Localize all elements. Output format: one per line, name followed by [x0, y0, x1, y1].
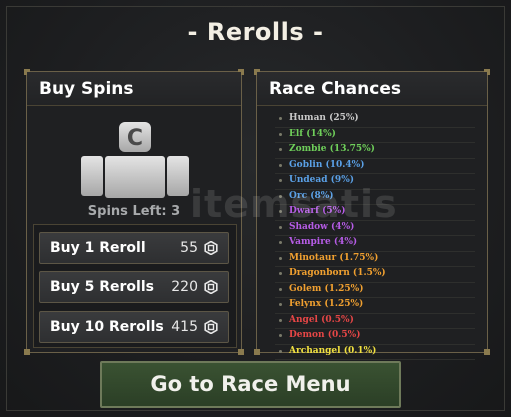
bullet-icon	[279, 318, 282, 322]
race-chances-list: Human (25%) Elf (14%) Zombie (13.75%) Gobli…	[275, 112, 475, 360]
bullet-icon	[279, 210, 282, 213]
race-chance-item: Felynx (1.25%)	[275, 298, 475, 314]
race-chance-text: Dragonborn (1.5%)	[289, 268, 386, 278]
bullet-icon	[279, 132, 282, 136]
race-chance-text: Shadow (4%)	[289, 221, 355, 232]
race-chance-text: Elf (14%)	[289, 128, 336, 139]
race-chance-text: Angel (0.5%)	[289, 314, 354, 325]
buy-button-price: 55	[180, 240, 198, 256]
buy-10-rerolls-button[interactable]: Buy 10 Rerolls 415	[39, 311, 229, 343]
race-chance-item: Orc (8%)	[275, 190, 475, 205]
race-chance-item: Vampire (4%)	[275, 236, 475, 252]
bullet-icon	[279, 194, 282, 198]
race-chance-item: Dwarf (5%)	[275, 205, 475, 221]
go-to-race-menu-button[interactable]: Go to Race Menu	[100, 361, 401, 408]
bullet-icon	[279, 334, 282, 337]
race-chance-text: Vampire (4%)	[289, 237, 358, 247]
bullet-icon	[279, 303, 282, 306]
buy-spins-panel: Buy Spins C Spins Left: 3 Buy 1 Reroll 5…	[24, 69, 244, 355]
race-chance-text: Undead (9%)	[289, 175, 354, 185]
race-chance-text: Golem (1.25%)	[289, 283, 364, 294]
panel-corner-ornament	[484, 349, 490, 355]
spins-left-label: Spins Left: 3	[87, 204, 181, 219]
buy-button-label: Buy 5 Rerolls	[50, 279, 154, 295]
panel-corner-ornament	[24, 349, 30, 355]
race-chance-text: Archangel (0.1%)	[289, 345, 377, 356]
buy-button-label: Buy 10 Rerolls	[50, 319, 164, 335]
race-chance-text: Dwarf (5%)	[289, 206, 346, 216]
bullet-icon	[279, 163, 282, 167]
race-chance-item: Archangel (0.1%)	[275, 345, 475, 360]
buy-button-label: Buy 1 Reroll	[50, 240, 146, 256]
bullet-icon	[279, 225, 282, 229]
bullet-icon	[279, 148, 282, 151]
race-chance-item: Undead (9%)	[275, 174, 475, 190]
buy-button-price: 220	[171, 279, 198, 295]
bullet-icon	[279, 349, 282, 353]
robux-icon	[204, 320, 218, 334]
rerolls-window: - Rerolls - Buy Spins C Spins Left: 3 Bu…	[0, 0, 511, 417]
race-chance-text: Goblin (10.4%)	[289, 159, 365, 170]
buy-5-rerolls-button[interactable]: Buy 5 Rerolls 220	[39, 271, 229, 303]
buy-1-reroll-button[interactable]: Buy 1 Reroll 55	[39, 232, 229, 264]
race-chance-text: Orc (8%)	[289, 190, 334, 201]
bullet-icon	[279, 179, 282, 182]
race-chance-text: Demon (0.5%)	[289, 330, 361, 340]
race-chance-item: Zombie (13.75%)	[275, 143, 475, 159]
panel-corner-ornament	[254, 349, 260, 355]
race-chances-panel: Race Chances Human (25%) Elf (14%) Zombie …	[254, 69, 490, 360]
robux-icon	[204, 280, 218, 294]
buy-button-price: 415	[171, 319, 198, 335]
race-chance-text: Minotaur (1.75%)	[289, 252, 379, 263]
svg-text:C: C	[127, 126, 143, 151]
race-chance-item: Minotaur (1.75%)	[275, 252, 475, 267]
panel-corner-ornament	[238, 349, 244, 355]
race-chance-item: Elf (14%)	[275, 128, 475, 143]
race-chance-text: Felynx (1.25%)	[289, 299, 364, 309]
bullet-icon	[279, 241, 282, 244]
race-chance-item: Demon (0.5%)	[275, 329, 475, 345]
race-chances-header: Race Chances	[257, 72, 487, 106]
race-chance-item: Dragonborn (1.5%)	[275, 267, 475, 283]
bullet-icon	[279, 256, 282, 260]
bullet-icon	[279, 272, 282, 275]
roblox-avatar-icon: C	[81, 122, 189, 198]
bullet-icon	[279, 287, 282, 291]
race-chance-text: Human (25%)	[289, 113, 359, 123]
race-chance-item: Goblin (10.4%)	[275, 159, 475, 174]
race-chance-item: Shadow (4%)	[275, 221, 475, 236]
window-title: - Rerolls -	[187, 18, 324, 46]
buy-spins-header: Buy Spins	[27, 72, 241, 106]
robux-icon	[204, 241, 218, 255]
bullet-icon	[279, 117, 282, 120]
race-chance-item: Angel (0.5%)	[275, 314, 475, 329]
race-chance-item: Golem (1.25%)	[275, 283, 475, 298]
race-chance-item: Human (25%)	[275, 112, 475, 128]
race-chance-text: Zombie (13.75%)	[289, 144, 375, 154]
